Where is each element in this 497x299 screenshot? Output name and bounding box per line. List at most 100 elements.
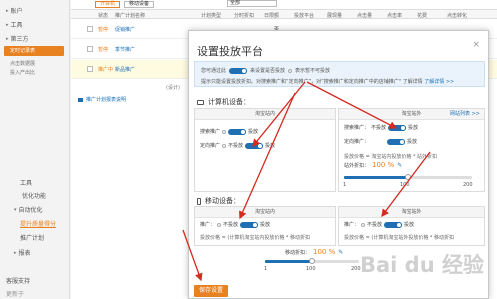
slider-handle[interactable] [309,258,315,264]
row-label: 定向推广 [200,143,221,149]
help-icon [222,129,227,134]
save-settings-button[interactable]: 保存设置 [194,285,228,297]
toggle-state: 投放 [260,222,271,228]
column-header: 状态 [98,13,109,19]
slider-tick-label: 1 [343,182,347,188]
mobile-outside-row: 推广： 不投放 投放 [344,221,414,228]
section-label: 计算机设备： [208,98,250,106]
column-header: 推广计划名称 [115,13,146,19]
pc-discount-slider[interactable] [344,174,472,180]
caret-icon: ▸ [14,249,17,256]
help-icon [288,68,293,73]
pc-section-title: 计算机设备： [197,97,250,107]
modal-title: 设置投放平台 [197,45,263,58]
toggle-state: 投放 [265,143,276,149]
mobile-section-title: 移动设备： [197,196,240,206]
slider-tick-label: 100 [400,182,410,188]
sidebar-item-label: 客服支持 [6,278,31,285]
toggle-state: 投放 [408,125,419,131]
sidebar-item-account[interactable]: ▸ 账户 [6,6,23,16]
sidebar-item-label: 报表 [18,250,31,257]
pc-inside-panel: 淘宝站内 搜索推广 投放 定向推广 不投放 投放 [194,108,336,192]
caret-icon: ▸ [6,7,9,14]
sidebar-item-report[interactable]: ▸ 报表 [14,248,31,258]
toggle-state: 投放 [404,222,415,228]
filter-select[interactable]: 全部 [227,0,277,7]
panel-header: 淘宝站外 网站列表 >> [339,109,484,120]
site-list-link[interactable]: 网站列表 >> [450,109,480,119]
sidebar-item-optimize[interactable]: 优化功能 [22,191,46,200]
table-header: 状态 推广计划名称 计划类型 分时折扣 日限额 投放平台 展现量 点击量 点击率… [71,9,497,19]
sidebar-item-quality-score[interactable]: 提升质量得分 [20,219,56,228]
slider-handle[interactable] [405,174,411,180]
sidebar-subitem[interactable]: 投入产出比 [10,69,35,76]
sidebar-item-third-party[interactable]: ▸ 第三方 [6,34,29,44]
sidebar-item-campaign[interactable]: 推广计划 [20,233,44,242]
report-help-label: 推广计划报表说明 [86,97,127,103]
row-name-link[interactable]: 促销推广 [115,26,135,33]
sidebar-item-tools[interactable]: ▸ 工具 [6,20,23,30]
pencil-icon[interactable]: ✎ [397,162,402,169]
sidebar-item-auto-optimize[interactable]: ▾ 自动优化 [14,205,43,215]
row-checkbox[interactable] [87,66,93,72]
close-icon[interactable]: × [472,40,480,50]
pc-inside-target-toggle[interactable] [245,142,264,149]
caret-down-icon: ▾ [14,206,17,213]
toggle-example [229,67,248,74]
learn-more-link[interactable]: 了解详情 >> [424,79,454,85]
mobile-discount-slider[interactable] [265,258,359,264]
mobile-inside-toggle[interactable] [240,221,259,228]
pc-outside-target-toggle[interactable] [387,138,406,145]
pc-outside-search-row: 搜索推广： 不投放 投放 [344,124,418,131]
sidebar-item-label: 第三方 [10,36,29,43]
pc-inside-search-row: 搜索推广 投放 [200,128,258,135]
price-formula: 投放价格 = (计算机淘宝站外投放价格 * 移动折扣 [344,235,454,241]
sidebar: ▸ 账户 ▸ 工具 ▸ 第三方 定时记录表 点击数据展 投入产出比 工具 优化功能 ▾… [0,0,70,299]
toggle-off-label: 不投放 [367,222,383,228]
toggle-off-label: 不投放 [371,125,387,131]
row-checkbox[interactable] [87,26,93,32]
sidebar-item-tools-2[interactable]: 工具 [20,178,32,187]
sidebar-item-support[interactable]: 客服支持 [6,276,30,285]
pc-outside-panel: 淘宝站外 网站列表 >> 搜索推广： 不投放 投放 定向推广： 投放 投放价格 … [338,108,485,192]
slider-tick-label: 200 [463,182,473,188]
row-label: 定向推广： [344,139,370,145]
mobile-outside-panel: 淘宝站外 推广： 不投放 投放 投放价格 = (计算机淘宝站外投放价格 * 移动… [338,206,485,246]
tab-computer[interactable]: 计算机 [95,0,121,8]
column-header: 花费 [417,13,428,19]
report-help-link[interactable]: 推广计划报表说明 [78,96,126,103]
notice-text: 您可通过此 [201,68,227,74]
sidebar-item-highlight[interactable]: 定时记录表 [4,46,64,56]
column-header: 分时折扣 [234,13,255,19]
panel-header: 淘宝站外 [339,207,484,218]
sidebar-item-label: 工具 [10,22,23,29]
help-icon [361,222,366,227]
slider-tick-label: 100 [306,266,316,272]
pencil-icon[interactable]: ✎ [338,249,343,256]
sidebar-subitem[interactable]: 点击数据展 [10,60,35,67]
mobile-inside-row: 推广： 不投放 投放 [200,221,270,228]
row-name-link[interactable]: 新品推广 [115,66,135,73]
row-status: 暂停 [98,47,109,53]
discount-label: 移动折扣： [285,249,311,256]
panel-title: 淘宝站外 [401,111,422,117]
pc-inside-search-toggle[interactable] [228,128,247,135]
panel-header: 淘宝站内 [195,109,335,120]
notice-text: 来设置是否投放 [250,68,286,74]
mobile-outside-toggle[interactable] [384,221,403,228]
help-icon [222,143,227,148]
discount-value: 100 % [372,161,395,169]
device-tabs: 计算机 移动设备 [95,0,155,8]
pc-outside-search-toggle[interactable] [388,124,407,131]
row-name-link[interactable]: 季节推广 [115,46,135,53]
row-checkbox[interactable] [87,46,93,52]
watermark: Bai du 经验 [360,253,484,277]
tab-mobile[interactable]: 移动设备 [124,0,155,8]
column-header: 点击量 [357,13,373,19]
column-header: 点击转化 [447,13,468,19]
edit-note: (设计) [166,85,180,91]
row-label: 推广： [344,222,360,228]
pc-outside-target-row: 定向推广： 投放 [344,138,417,145]
row-status: 推广中 [98,67,114,73]
sidebar-item-label: 更新于 [6,291,25,298]
